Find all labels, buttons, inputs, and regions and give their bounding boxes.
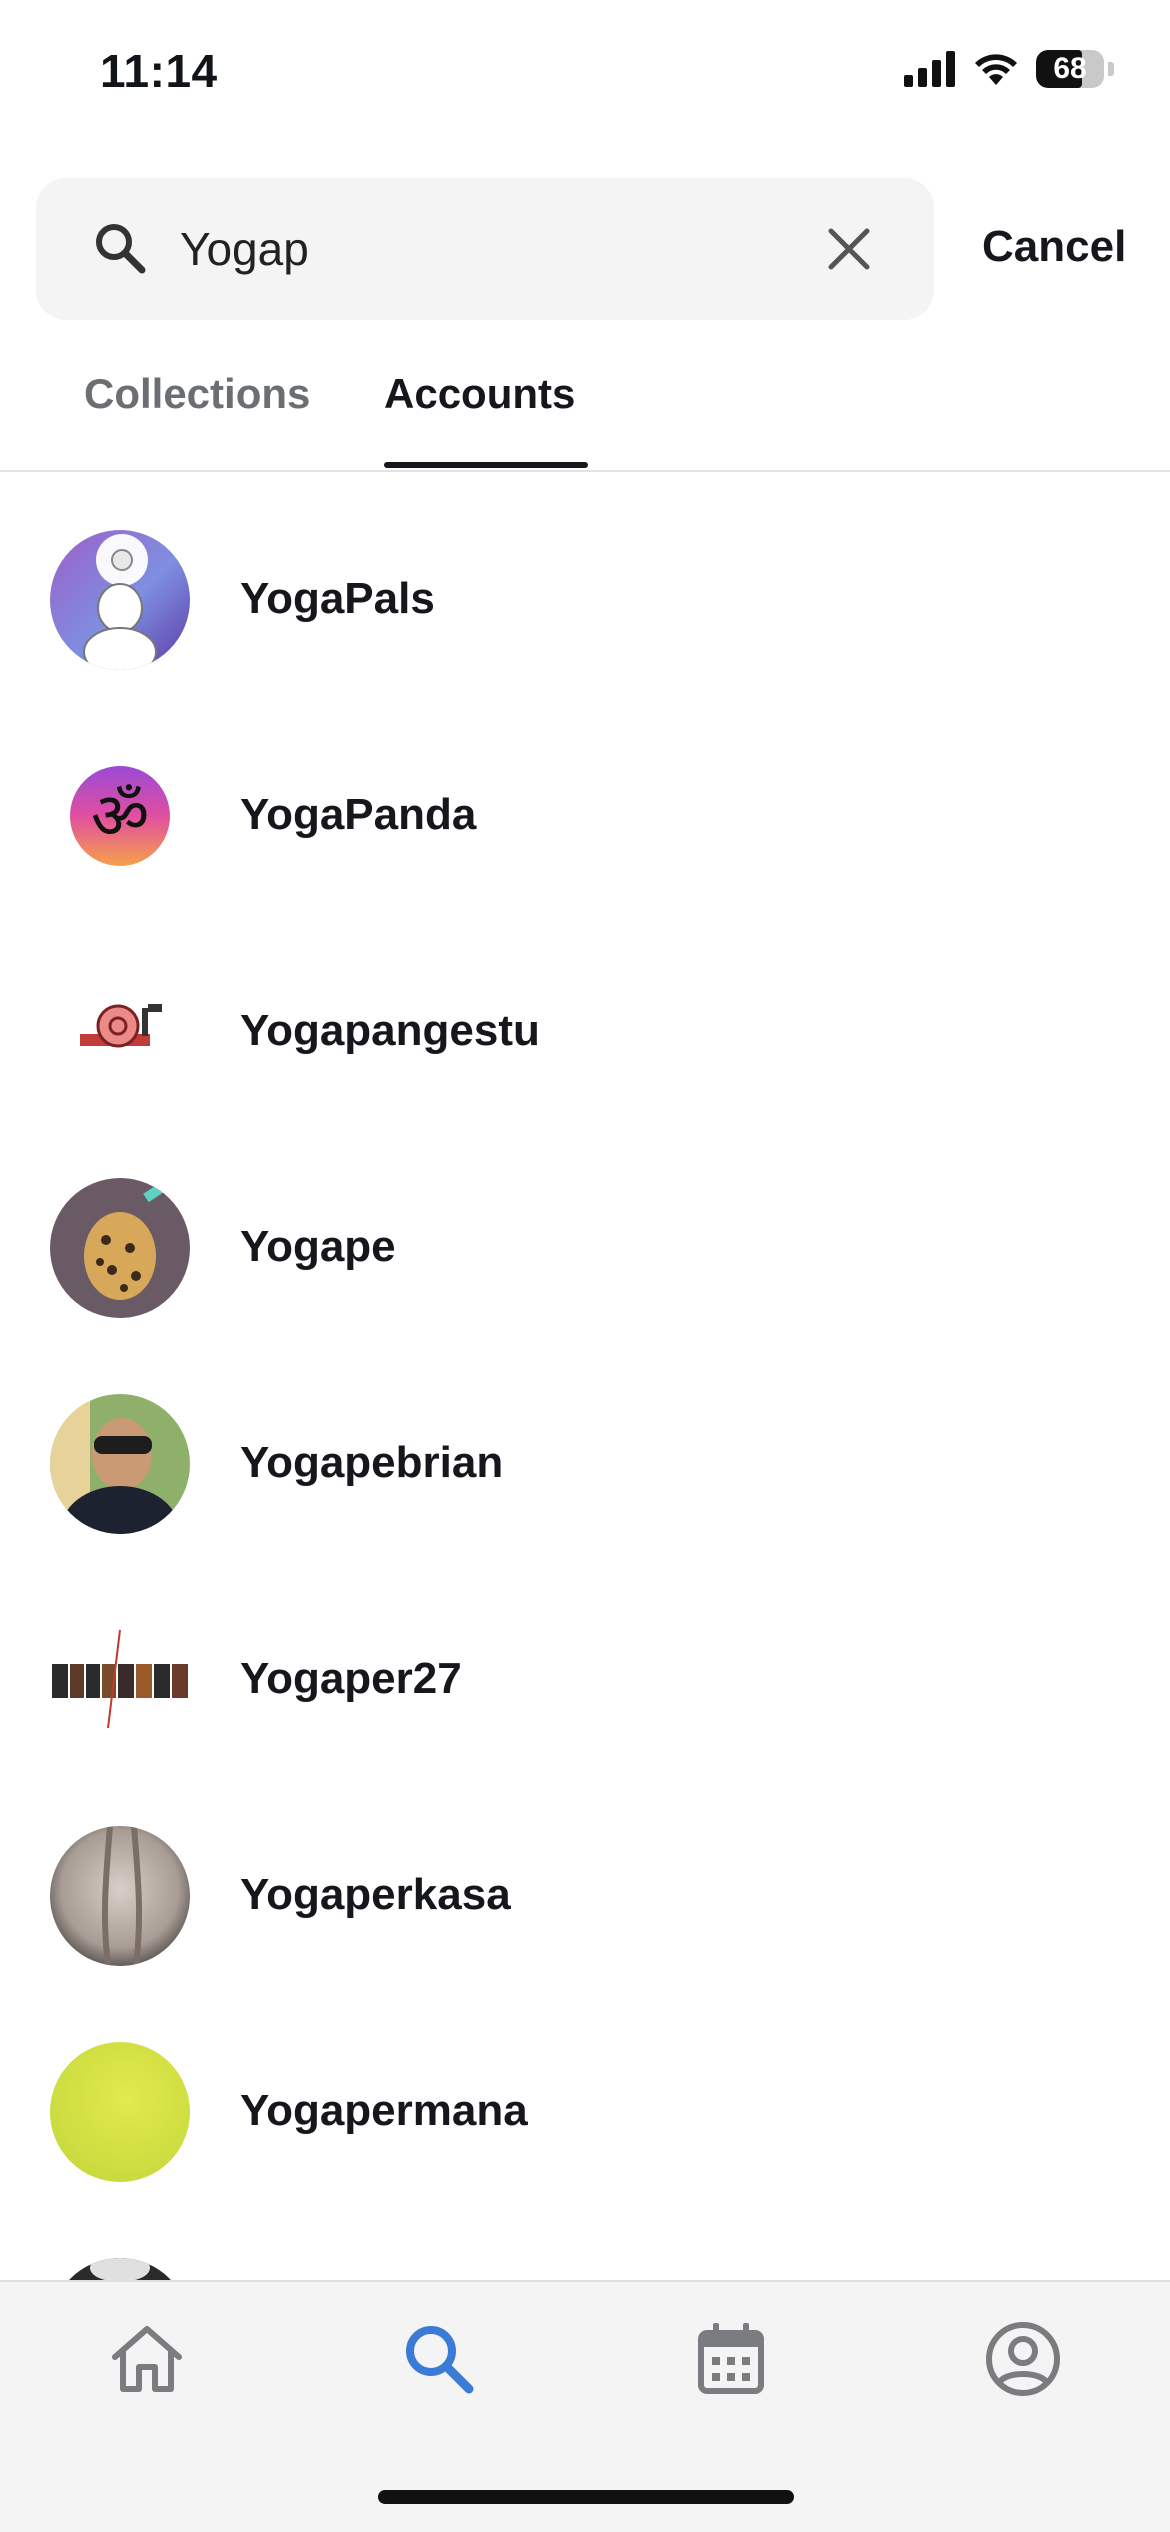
nav-search[interactable] — [384, 2304, 494, 2414]
nav-profile[interactable] — [968, 2304, 1078, 2414]
account-name: Yogape — [240, 1222, 396, 1271]
avatar — [50, 962, 190, 1102]
account-name: Yogaperkasa — [240, 1870, 511, 1919]
calendar-icon — [698, 2323, 764, 2394]
tab-accounts[interactable]: Accounts — [384, 370, 575, 418]
nav-calendar[interactable] — [676, 2304, 786, 2414]
search-input[interactable] — [180, 208, 800, 290]
screen: 11:14 68 Yogap Cancel Collections Accoun… — [0, 0, 1170, 2532]
svg-text:ॐ: ॐ — [91, 780, 149, 854]
status-icons: 68 — [904, 50, 1114, 88]
account-row-yogapals[interactable]: YogaPals — [0, 472, 1170, 688]
cellular-signal-icon — [904, 51, 955, 87]
battery-cap — [1108, 62, 1114, 76]
account-name: Yogapermana — [240, 2086, 528, 2135]
account-name: YogaPanda — [240, 790, 477, 839]
account-row-yogaper27[interactable]: Yogaper27 — [0, 1552, 1170, 1768]
avatar-image — [50, 2042, 190, 2182]
home-icon — [112, 2326, 182, 2392]
wifi-icon — [975, 54, 1017, 85]
avatar — [50, 1826, 190, 1966]
profile-icon — [986, 2322, 1060, 2396]
avatar — [50, 530, 190, 670]
cancel-button[interactable]: Cancel — [982, 222, 1126, 272]
avatar-image — [50, 1610, 190, 1750]
avatar: ॐ — [50, 746, 190, 886]
battery-indicator: 68 — [1036, 50, 1104, 88]
account-name: Yogapebrian — [240, 1438, 504, 1487]
nav-home[interactable] — [92, 2304, 202, 2414]
search-tabs: Collections Accounts — [0, 350, 1170, 472]
account-row-yogapermana[interactable]: Yogapermana — [0, 1984, 1170, 2200]
avatar-image — [50, 1394, 190, 1534]
search-icon — [406, 2326, 474, 2394]
avatar — [50, 1610, 190, 1750]
avatar-image: ॐ — [50, 746, 190, 886]
search-box[interactable] — [36, 178, 934, 320]
close-icon — [828, 228, 870, 270]
account-name: Yogapangestu — [240, 1006, 540, 1055]
avatar — [50, 1178, 190, 1318]
account-name: Yogaper27 — [240, 1654, 462, 1703]
status-time: 11:14 — [100, 45, 218, 97]
home-indicator — [378, 2490, 794, 2504]
account-row-yogapangestu[interactable]: Yogapangestu — [0, 904, 1170, 1120]
status-bar: 11:14 68 — [0, 0, 1170, 150]
account-name: YogaPals — [240, 574, 435, 623]
clear-search-button[interactable] — [814, 214, 884, 284]
active-tab-indicator — [384, 462, 588, 468]
avatar — [50, 1394, 190, 1534]
avatar-image — [50, 530, 190, 670]
account-row-yogape[interactable]: Yogape — [0, 1120, 1170, 1336]
account-row-yogaperkasa[interactable]: Yogaperkasa — [0, 1768, 1170, 1984]
search-row: Cancel — [36, 178, 1136, 320]
avatar-image — [50, 1178, 190, 1318]
search-icon — [96, 224, 146, 274]
avatar-image — [50, 962, 190, 1102]
avatar — [50, 2042, 190, 2182]
account-row-yogapanda[interactable]: ॐ YogaPanda — [0, 688, 1170, 904]
account-row-yogapebrian[interactable]: Yogapebrian — [0, 1336, 1170, 1552]
battery-level: 68 — [1053, 52, 1087, 85]
tab-collections[interactable]: Collections — [84, 370, 310, 418]
avatar-image — [50, 1826, 190, 1966]
